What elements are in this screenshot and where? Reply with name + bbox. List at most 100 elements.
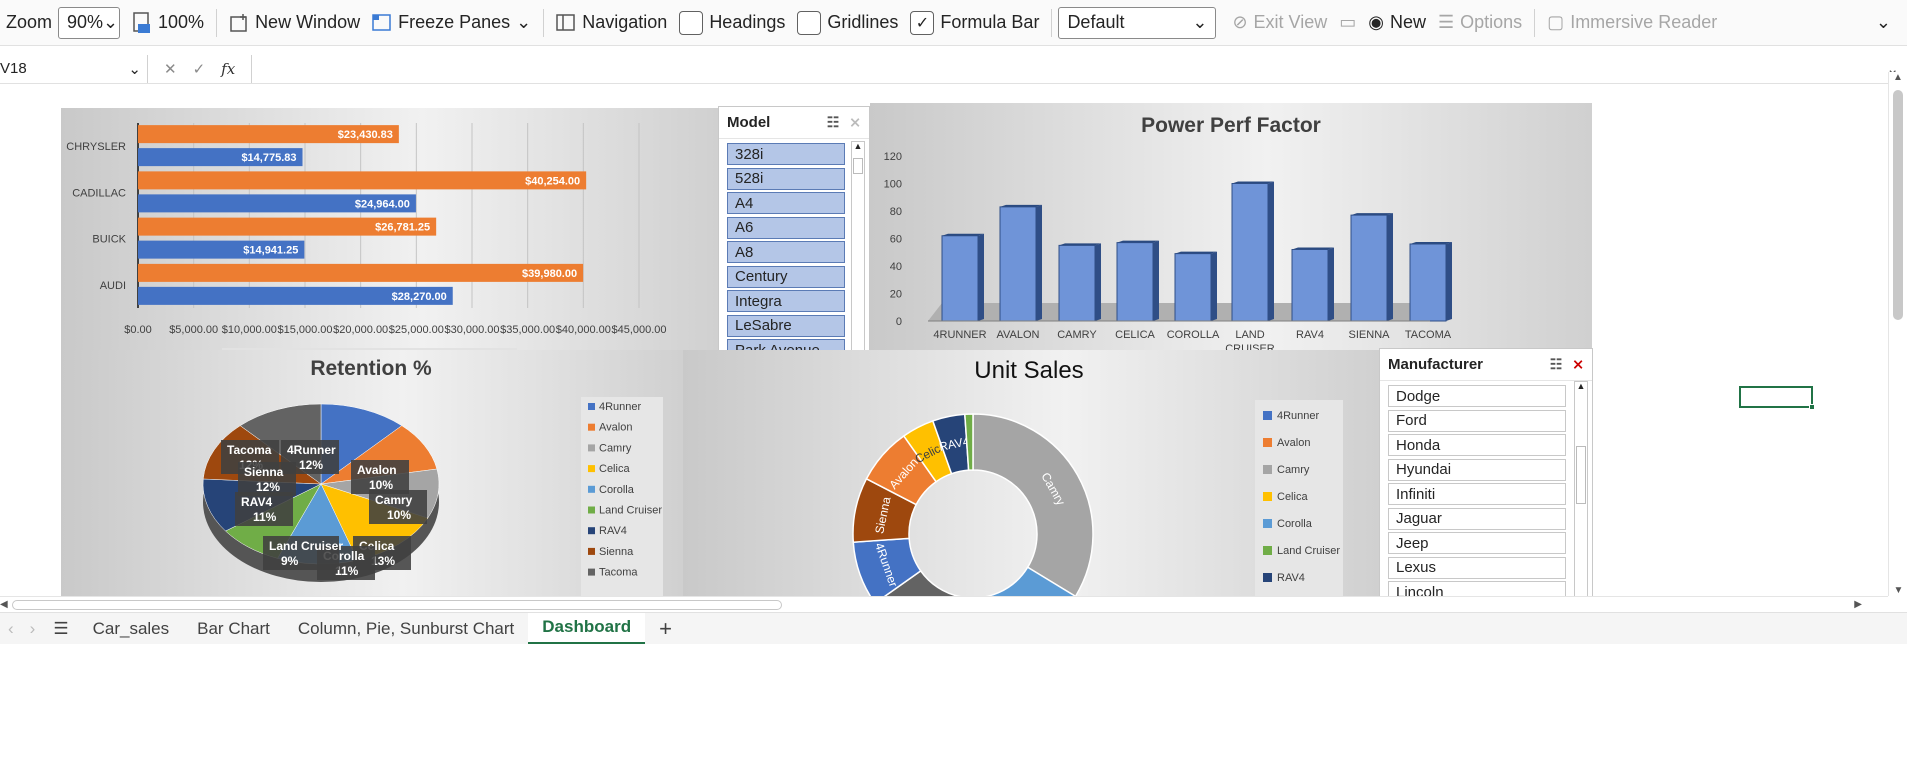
scroll-right-icon[interactable]: ▶ (1854, 599, 1862, 610)
manufacturer-slicer-item[interactable]: Honda (1388, 434, 1566, 456)
legend-swatch (1263, 546, 1272, 555)
x-tick-label: 4RUNNER (933, 329, 986, 341)
clear-filter-icon[interactable]: ⨯ (849, 114, 861, 131)
sheet-view-dropdown[interactable]: Default ⌄ (1058, 6, 1217, 39)
gridlines-check-box[interactable] (797, 10, 822, 35)
zoom-dropdown[interactable]: 90% ⌄ (58, 6, 121, 39)
next-sheet-icon[interactable]: › (22, 613, 44, 645)
data-label-pct: 10% (369, 478, 393, 492)
legend-label: Tacoma (599, 567, 638, 579)
scroll-thumb[interactable] (1576, 446, 1586, 504)
multi-select-icon[interactable]: ☷ (827, 114, 840, 131)
prev-sheet-icon[interactable]: ‹ (0, 613, 22, 645)
vertical-scrollbar[interactable]: ▲ ▼ (1888, 72, 1907, 596)
new-window-button[interactable]: New Window (223, 6, 366, 40)
model-slicer-item[interactable]: 328i (727, 143, 845, 165)
legend-swatch (588, 506, 595, 514)
active-cell[interactable] (1739, 386, 1813, 408)
model-slicer[interactable]: Model ☷ ⨯ 328i 528i A4 A6 A8 Century Integra LeS… (718, 106, 870, 368)
data-label-price: $40,254.00 (525, 175, 580, 187)
model-slicer-item[interactable]: A8 (727, 241, 845, 263)
power-perf-column-chart: Power Perf Factor 120 100 80 60 40 20 0 4RUNNER A… (884, 114, 1452, 355)
ribbon-expand-button[interactable]: ⌄ (1870, 6, 1897, 40)
fill-handle[interactable] (1809, 404, 1815, 410)
manufacturer-slicer-header: Manufacturer ☷ ⨯ (1380, 349, 1592, 381)
column-side (1153, 240, 1159, 321)
horizontal-scroll-thumb[interactable] (12, 600, 782, 610)
enter-icon[interactable]: ✓ (193, 60, 206, 78)
bar-chart: CHRYSLER $23,430.83 $14,775.83 CADILLAC $40,… (66, 123, 667, 370)
chart-title: Retention % (310, 357, 432, 380)
legend-label: Camry (1277, 464, 1310, 476)
new-view-button[interactable]: ◉ New (1362, 6, 1432, 40)
tab-column-pie-sunburst[interactable]: Column, Pie, Sunburst Chart (284, 613, 528, 645)
scroll-left-icon[interactable]: ◀ (0, 599, 8, 610)
zoom-100-button[interactable]: 100% (126, 6, 210, 40)
manufacturer-slicer-item[interactable]: Lexus (1388, 556, 1566, 579)
manufacturer-slicer-item[interactable]: Jeep (1388, 532, 1566, 554)
clear-filter-icon[interactable]: ⨯ (1572, 356, 1584, 373)
model-slicer-item[interactable]: LeSabre (727, 314, 845, 337)
model-slicer-header: Model ☷ ⨯ (719, 107, 869, 139)
tab-car-sales[interactable]: Car_sales (79, 613, 184, 645)
legend-swatch (588, 485, 595, 493)
formula-bar-checkbox[interactable]: ✓ Formula Bar (904, 6, 1045, 40)
y-tick-label: CADILLAC (72, 187, 126, 199)
data-label-pct: 12% (256, 480, 280, 494)
model-slicer-scrollbar[interactable]: ▲ ▼ (851, 141, 865, 365)
manufacturer-slicer-item[interactable]: Infiniti (1388, 483, 1566, 505)
data-label-pct: 9% (281, 554, 299, 568)
model-slicer-item[interactable]: Integra (727, 290, 845, 312)
column-side (1095, 243, 1101, 321)
legend-swatch (1263, 411, 1272, 420)
tab-dashboard[interactable]: Dashboard (528, 612, 646, 645)
name-box[interactable]: V18 ⌄ (0, 54, 148, 83)
manufacturer-slicer-item[interactable]: Hyundai (1388, 458, 1566, 481)
scroll-up-icon[interactable]: ▲ (1889, 72, 1907, 83)
save-view-button[interactable]: ▭ (1333, 6, 1362, 40)
tab-bar-chart[interactable]: Bar Chart (183, 613, 284, 645)
manufacturer-slicer-item[interactable]: Jaguar (1388, 507, 1566, 530)
options-button[interactable]: ☰ Options (1432, 6, 1528, 40)
immersive-reader-button[interactable]: ▢ Immersive Reader (1541, 6, 1723, 40)
add-sheet-icon[interactable]: + (645, 613, 686, 645)
y-tick-label: BUICK (92, 234, 126, 246)
column-chart-panel[interactable]: Power Perf Factor 120 100 80 60 40 20 0 4RUNNER A… (870, 103, 1592, 370)
chevron-down-icon: ⌄ (128, 60, 141, 78)
column-side (1446, 242, 1452, 321)
model-slicer-item[interactable]: Century (727, 265, 845, 288)
legend-label: Corolla (1277, 518, 1313, 530)
bar-chart-panel[interactable]: CHRYSLER $23,430.83 $14,775.83 CADILLAC $40,… (61, 108, 719, 370)
freeze-panes-button[interactable]: Freeze Panes ⌄ (366, 6, 537, 40)
headings-checkbox[interactable]: Headings (673, 6, 791, 40)
exit-view-button[interactable]: ⊘ Exit View (1226, 6, 1333, 40)
scroll-up-icon[interactable]: ▲ (1574, 381, 1588, 395)
data-label-name: Sienna (244, 465, 284, 479)
all-sheets-menu-icon[interactable]: ☰ (43, 613, 78, 645)
headings-check-box[interactable] (679, 10, 704, 35)
formula-input[interactable] (252, 55, 1886, 83)
fx-icon[interactable]: fx (221, 60, 235, 78)
scroll-down-icon[interactable]: ▼ (1889, 585, 1907, 596)
model-slicer-item[interactable]: A6 (727, 216, 845, 239)
model-slicer-item[interactable]: A4 (727, 192, 845, 214)
cancel-icon[interactable]: ✕ (164, 60, 177, 78)
formula-bar-check-box[interactable]: ✓ (910, 10, 935, 35)
data-label-pct: 10% (387, 508, 411, 522)
legend-label: Land Cruiser (1277, 545, 1340, 557)
legend-swatch (1263, 492, 1272, 501)
data-label-resale: $14,941.25 (243, 245, 298, 257)
horizontal-scrollbar[interactable]: ◀ ▶ (0, 596, 1888, 612)
manufacturer-slicer-item[interactable]: Dodge (1388, 385, 1566, 407)
navigation-button[interactable]: Navigation (550, 6, 673, 40)
x-tick-label: $5,000.00 (169, 324, 218, 336)
scroll-up-icon[interactable]: ▲ (851, 141, 865, 155)
y-tick-label: 40 (890, 261, 902, 273)
multi-select-icon[interactable]: ☷ (1550, 356, 1563, 373)
view-ribbon: Zoom 90% ⌄ 100% New Window Freeze Panes … (0, 0, 1907, 46)
manufacturer-slicer-item[interactable]: Ford (1388, 409, 1566, 432)
vertical-scroll-thumb[interactable] (1893, 90, 1903, 320)
scroll-thumb[interactable] (853, 158, 863, 174)
gridlines-checkbox[interactable]: Gridlines (791, 6, 904, 40)
model-slicer-item[interactable]: 528i (727, 167, 845, 190)
